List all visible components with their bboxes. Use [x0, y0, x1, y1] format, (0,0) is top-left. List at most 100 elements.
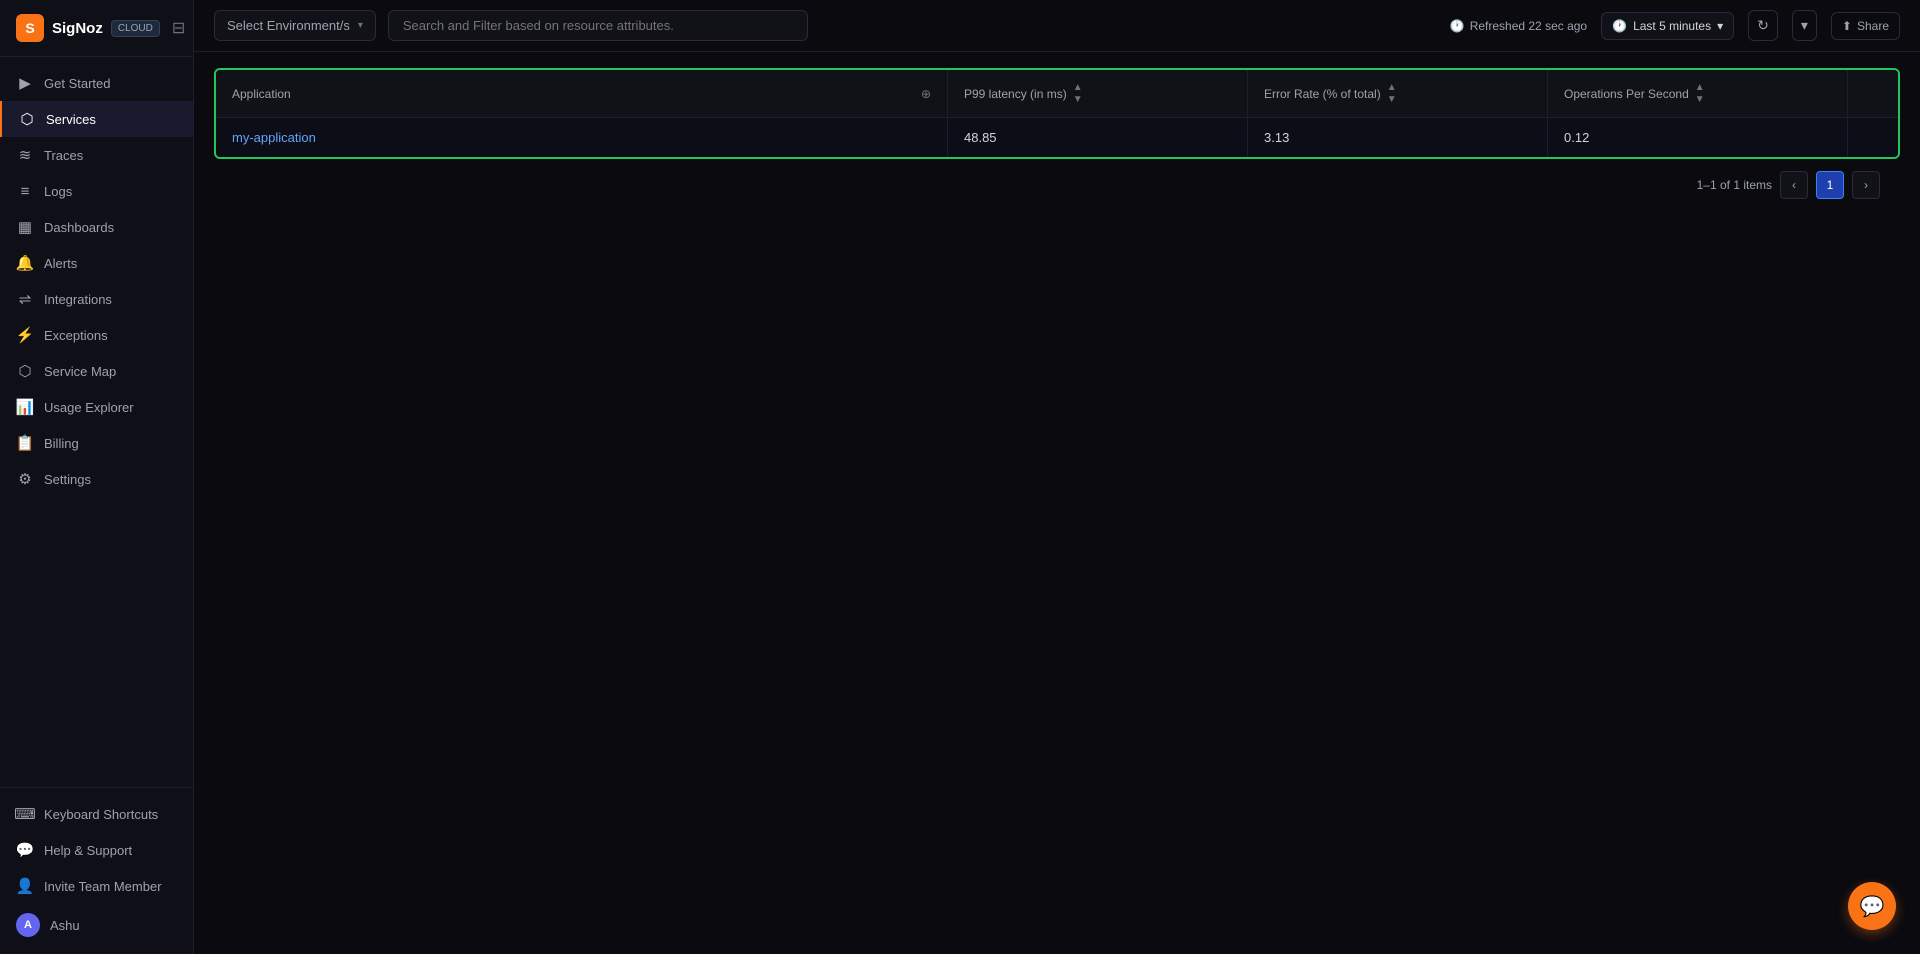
sort-icon-error-rate[interactable]: ▲▼ [1387, 82, 1397, 105]
logo-icon: S [16, 14, 44, 42]
sidebar-item-dashboards[interactable]: ▦ Dashboards [0, 209, 193, 245]
column-header-application: Application ⊕ [216, 70, 948, 117]
col-label-application: Application [232, 87, 291, 101]
search-input[interactable] [388, 10, 808, 41]
col-label-ops: Operations Per Second [1564, 87, 1689, 101]
sidebar-item-label: Services [46, 112, 96, 127]
sidebar-item-label: Alerts [44, 256, 77, 271]
services-content: Application ⊕ P99 latency (in ms) ▲▼ Err… [194, 52, 1920, 954]
sidebar-item-label: Keyboard Shortcuts [44, 807, 158, 822]
sidebar-item-logs[interactable]: ≡ Logs [0, 173, 193, 209]
refresh-button[interactable]: ↻ [1748, 10, 1778, 41]
help-support-icon: 💬 [16, 841, 34, 859]
keyboard-shortcuts-icon: ⌨ [16, 805, 34, 823]
pagination: 1–1 of 1 items ‹ 1 › [214, 159, 1900, 211]
sidebar-collapse-button[interactable]: ⊟ [168, 14, 189, 42]
topbar: Select Environment/s ▾ 🕐 Refreshed 22 se… [194, 0, 1920, 52]
sidebar-item-usage-explorer[interactable]: 📊 Usage Explorer [0, 389, 193, 425]
ops-value: 0.12 [1564, 130, 1589, 145]
sidebar-item-label: Service Map [44, 364, 116, 379]
share-label: Share [1857, 19, 1889, 33]
column-header-p99: P99 latency (in ms) ▲▼ [948, 70, 1248, 117]
share-icon: ⬆ [1842, 19, 1852, 33]
col-label-p99: P99 latency (in ms) [964, 87, 1067, 101]
user-name: Ashu [50, 918, 80, 933]
refresh-info: 🕐 Refreshed 22 sec ago [1450, 19, 1587, 33]
sidebar-item-services[interactable]: ⬡ Services [0, 101, 193, 137]
chat-fab-icon: 💬 [1860, 894, 1885, 919]
services-table: Application ⊕ P99 latency (in ms) ▲▼ Err… [214, 68, 1900, 159]
sidebar-item-billing[interactable]: 📋 Billing [0, 425, 193, 461]
main-content: Select Environment/s ▾ 🕐 Refreshed 22 se… [194, 0, 1920, 954]
sort-icon-ops[interactable]: ▲▼ [1695, 82, 1705, 105]
col-label-error-rate: Error Rate (% of total) [1264, 87, 1381, 101]
time-range-label: Last 5 minutes [1633, 19, 1711, 33]
table-row: my-application 48.85 3.13 0.12 [216, 118, 1898, 157]
pagination-summary: 1–1 of 1 items [1697, 178, 1772, 192]
sidebar-bottom: ⌨ Keyboard Shortcuts 💬 Help & Support 👤 … [0, 787, 193, 954]
alerts-icon: 🔔 [16, 254, 34, 272]
logo-text: SigNoz [52, 20, 103, 37]
cell-p99: 48.85 [948, 118, 1248, 157]
sidebar-item-exceptions[interactable]: ⚡ Exceptions [0, 317, 193, 353]
exceptions-icon: ⚡ [16, 326, 34, 344]
traces-icon: ≋ [16, 146, 34, 164]
sidebar-item-label: Usage Explorer [44, 400, 134, 415]
user-profile-item[interactable]: A Ashu [0, 904, 193, 946]
cell-application: my-application [216, 118, 948, 157]
page-1-button[interactable]: 1 [1816, 171, 1844, 199]
settings-icon: ⚙ [16, 470, 34, 488]
sidebar-item-label: Billing [44, 436, 79, 451]
next-page-button[interactable]: › [1852, 171, 1880, 199]
clock-icon: 🕐 [1450, 19, 1465, 33]
column-header-extra [1848, 70, 1898, 117]
time-range-arrow-icon: ▾ [1717, 19, 1723, 33]
user-avatar: A [16, 913, 40, 937]
column-filter-icon[interactable]: ⊕ [921, 87, 931, 101]
billing-icon: 📋 [16, 434, 34, 452]
cell-extra [1848, 118, 1898, 157]
sidebar-item-help-support[interactable]: 💬 Help & Support [0, 832, 193, 868]
sidebar-item-get-started[interactable]: ▶ Get Started [0, 65, 193, 101]
invite-team-icon: 👤 [16, 877, 34, 895]
cell-error-rate: 3.13 [1248, 118, 1548, 157]
column-header-error-rate: Error Rate (% of total) ▲▼ [1248, 70, 1548, 117]
sidebar-item-label: Traces [44, 148, 83, 163]
sidebar-item-integrations[interactable]: ⇌ Integrations [0, 281, 193, 317]
sidebar-item-label: Help & Support [44, 843, 132, 858]
column-header-ops: Operations Per Second ▲▼ [1548, 70, 1848, 117]
integrations-icon: ⇌ [16, 290, 34, 308]
sidebar-item-label: Integrations [44, 292, 112, 307]
sidebar-item-label: Settings [44, 472, 91, 487]
env-select-text: Select Environment/s [227, 18, 350, 33]
sidebar-item-service-map[interactable]: ⬡ Service Map [0, 353, 193, 389]
share-button[interactable]: ⬆ Share [1831, 12, 1900, 40]
sidebar-item-label: Exceptions [44, 328, 108, 343]
sidebar-item-label: Logs [44, 184, 72, 199]
services-icon: ⬡ [18, 110, 36, 128]
get-started-icon: ▶ [16, 74, 34, 92]
sidebar-item-traces[interactable]: ≋ Traces [0, 137, 193, 173]
application-link[interactable]: my-application [232, 130, 316, 145]
chat-fab-button[interactable]: 💬 [1848, 882, 1896, 930]
time-range-select[interactable]: 🕐 Last 5 minutes ▾ [1601, 12, 1734, 40]
sidebar-navigation: ▶ Get Started ⬡ Services ≋ Traces ≡ Logs… [0, 57, 193, 787]
table-header: Application ⊕ P99 latency (in ms) ▲▼ Err… [216, 70, 1898, 118]
sidebar-item-label: Dashboards [44, 220, 114, 235]
sidebar-item-alerts[interactable]: 🔔 Alerts [0, 245, 193, 281]
usage-explorer-icon: 📊 [16, 398, 34, 416]
prev-page-button[interactable]: ‹ [1780, 171, 1808, 199]
sidebar-item-settings[interactable]: ⚙ Settings [0, 461, 193, 497]
environment-select[interactable]: Select Environment/s ▾ [214, 10, 376, 41]
dashboards-icon: ▦ [16, 218, 34, 236]
sidebar-item-invite-team[interactable]: 👤 Invite Team Member [0, 868, 193, 904]
sidebar-logo: S SigNoz CLOUD ⊟ [0, 0, 193, 57]
error-rate-value: 3.13 [1264, 130, 1289, 145]
refresh-options-button[interactable]: ▾ [1792, 10, 1817, 41]
env-select-arrow-icon: ▾ [358, 20, 363, 31]
sort-icon-p99[interactable]: ▲▼ [1073, 82, 1083, 105]
sidebar-item-keyboard-shortcuts[interactable]: ⌨ Keyboard Shortcuts [0, 796, 193, 832]
sidebar-item-label: Get Started [44, 76, 110, 91]
sidebar: S SigNoz CLOUD ⊟ ▶ Get Started ⬡ Service… [0, 0, 194, 954]
refresh-text: Refreshed 22 sec ago [1470, 19, 1587, 33]
